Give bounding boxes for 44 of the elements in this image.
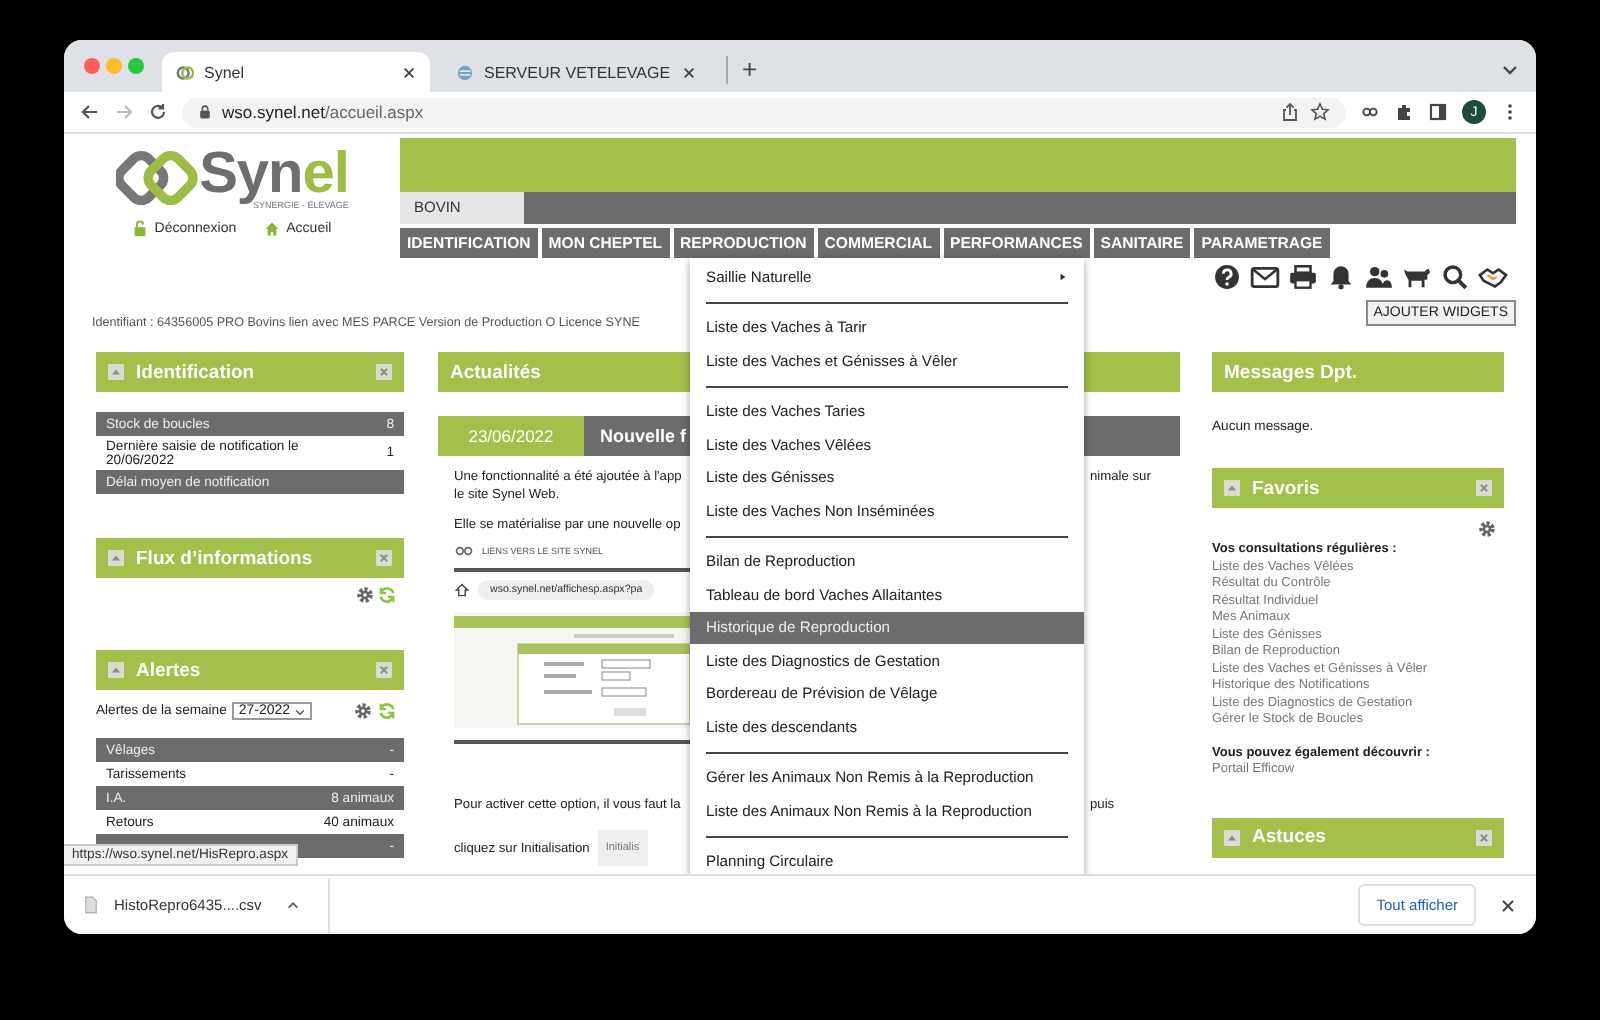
bell-icon[interactable]: [1326, 264, 1356, 290]
link-icon: [454, 546, 474, 556]
panel-header: Alertes: [96, 650, 404, 690]
logo-wordmark: Synel: [199, 146, 349, 202]
submenu-arrow-icon: [1058, 271, 1068, 282]
lock-icon: [198, 104, 212, 120]
sidebar-icon[interactable]: [1428, 102, 1448, 122]
close-icon[interactable]: [402, 65, 416, 79]
gear-icon[interactable]: [1478, 520, 1496, 538]
file-icon: [84, 896, 98, 914]
caret-up-icon[interactable]: [285, 898, 300, 912]
close-icon[interactable]: [1500, 897, 1516, 913]
globe-icon: [456, 63, 474, 81]
share-icon[interactable]: [1280, 102, 1300, 122]
lock-icon: [132, 220, 149, 238]
gear-icon[interactable]: [356, 586, 374, 604]
browser-tab[interactable]: Synel: [162, 52, 430, 92]
star-icon[interactable]: [1310, 102, 1330, 122]
reload-icon[interactable]: [148, 102, 168, 122]
gear-icon[interactable]: [354, 702, 372, 720]
people-icon[interactable]: [1364, 264, 1394, 290]
panel-header: Identification: [96, 352, 404, 392]
mail-icon[interactable]: [1250, 264, 1280, 290]
browser-tab[interactable]: SERVEUR VETELEVAGE: [442, 52, 710, 92]
link-icon[interactable]: [1360, 102, 1380, 122]
cow-icon[interactable]: [1402, 264, 1432, 290]
logo-icon: [115, 146, 200, 210]
back-icon[interactable]: [80, 102, 100, 122]
home-icon: [264, 220, 281, 238]
panel-header: Messages Dpt.: [1212, 352, 1504, 392]
home-icon: [454, 582, 470, 598]
new-tab-button[interactable]: +: [726, 56, 758, 84]
panel-header: Flux d’informations: [96, 538, 404, 578]
puzzle-icon[interactable]: [1394, 102, 1414, 122]
search-icon[interactable]: [1440, 264, 1470, 290]
caret-down-icon[interactable]: [294, 705, 307, 717]
close-icon[interactable]: [682, 65, 696, 79]
help-icon[interactable]: [1212, 264, 1242, 290]
printer-icon[interactable]: [1288, 264, 1318, 290]
panel-header: Favoris: [1212, 468, 1504, 508]
chevron-down-icon[interactable]: [1500, 60, 1520, 80]
rings-icon: [176, 63, 194, 81]
address-field[interactable]: wso.synel.net/accueil.aspx: [182, 97, 1346, 127]
panel-header: Astuces: [1212, 817, 1504, 857]
